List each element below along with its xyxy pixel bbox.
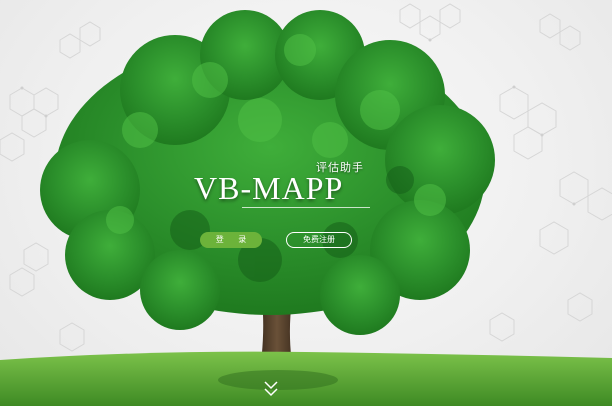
app-title: VB-MAPP	[194, 170, 344, 206]
login-button[interactable]: 登 录	[200, 232, 262, 248]
title-divider	[242, 207, 370, 208]
double-chevron-down-icon[interactable]	[263, 378, 279, 400]
landing-page: 评估助手 VB-MAPP 登 录 免费注册	[0, 0, 612, 406]
register-button[interactable]: 免费注册	[286, 232, 352, 248]
